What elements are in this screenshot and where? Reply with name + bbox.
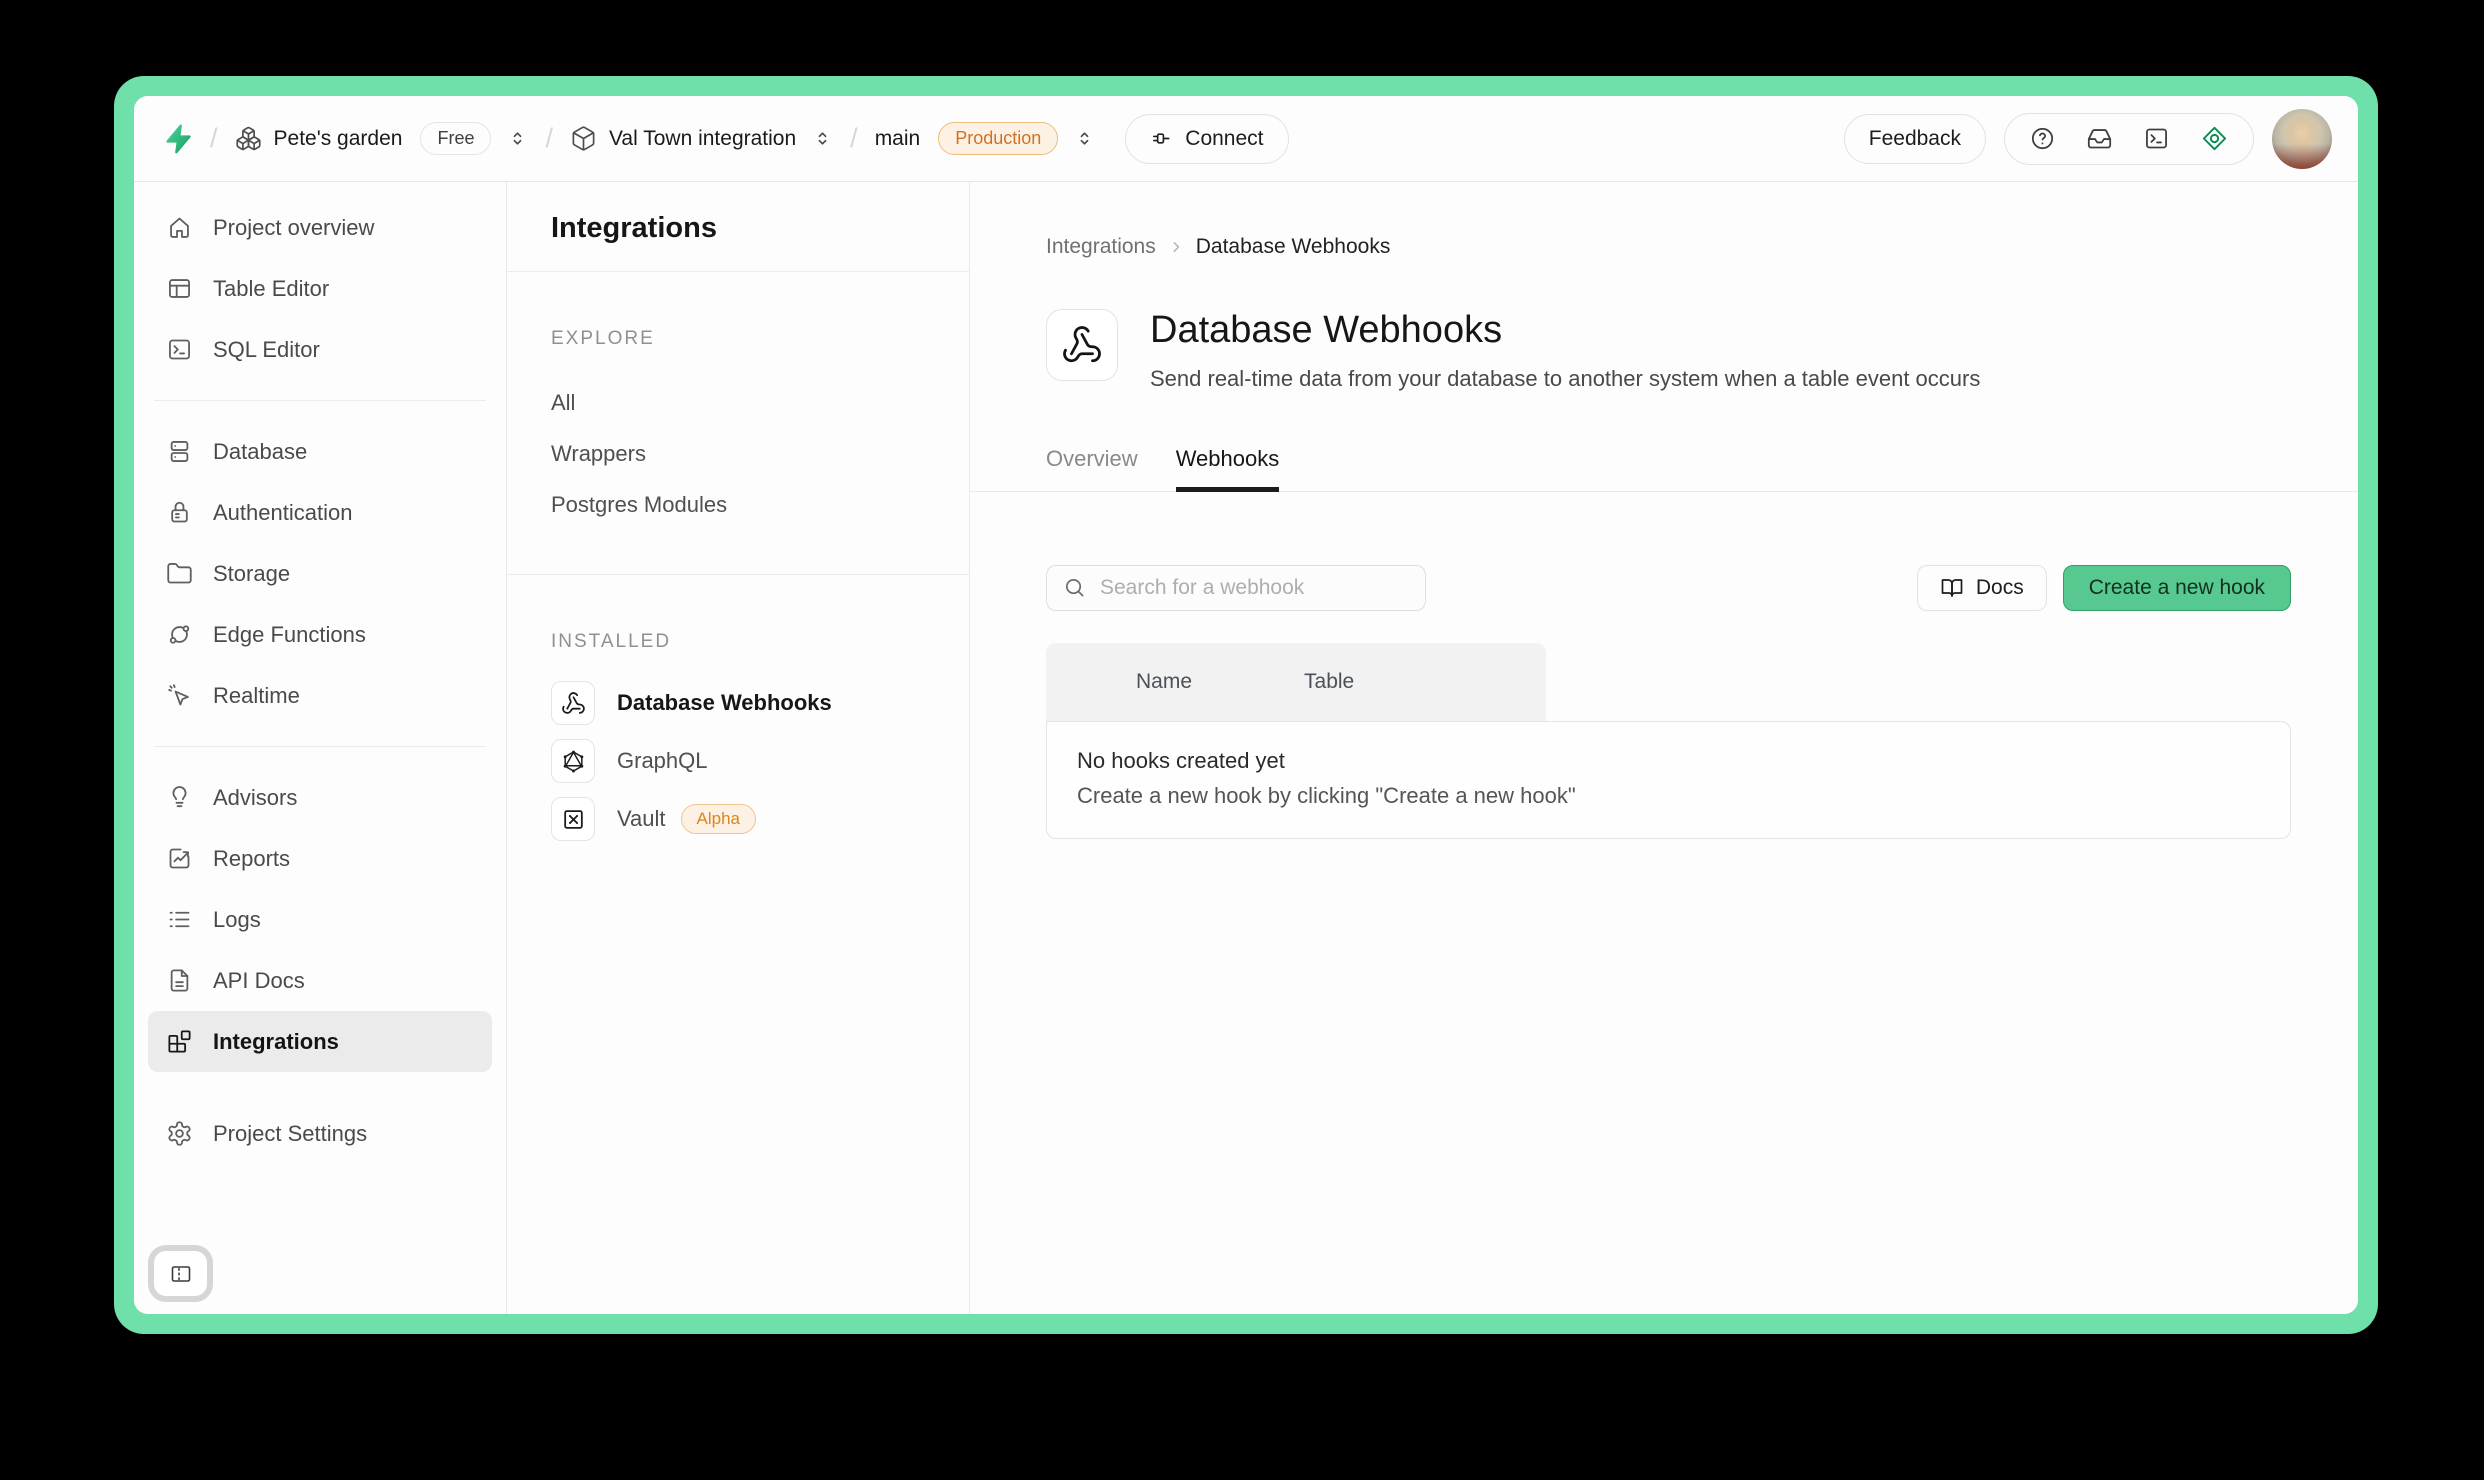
project-breadcrumb[interactable]: Val Town integration bbox=[609, 127, 796, 151]
help-icon[interactable] bbox=[2029, 125, 2056, 152]
column-header-table: Table bbox=[1304, 670, 1354, 694]
sidebar-divider bbox=[154, 400, 486, 401]
pointer-spark-icon bbox=[166, 682, 193, 709]
webhook-icon bbox=[551, 681, 595, 725]
chevron-right-icon bbox=[1166, 237, 1186, 257]
app-header: / Pete's garden Free / Val Town integrat… bbox=[134, 96, 2358, 182]
tab-webhooks[interactable]: Webhooks bbox=[1176, 446, 1280, 492]
user-avatar[interactable] bbox=[2272, 109, 2332, 169]
inbox-icon[interactable] bbox=[2086, 125, 2113, 152]
sidebar-item-edge-functions[interactable]: Edge Functions bbox=[148, 604, 492, 665]
breadcrumb-current: Database Webhooks bbox=[1196, 235, 1391, 259]
sidebar-item-sql-editor[interactable]: SQL Editor bbox=[148, 319, 492, 380]
branch-switcher-chevrons-icon[interactable] bbox=[1074, 128, 1095, 149]
sidebar-item-project-settings[interactable]: Project Settings bbox=[148, 1103, 492, 1164]
search-input[interactable] bbox=[1098, 575, 1409, 601]
column-header-name: Name bbox=[1136, 670, 1192, 694]
org-switcher-chevrons-icon[interactable] bbox=[507, 128, 528, 149]
sidebar-item-database[interactable]: Database bbox=[148, 421, 492, 482]
terminal-icon[interactable] bbox=[2143, 125, 2170, 152]
connect-button[interactable]: Connect bbox=[1125, 114, 1288, 164]
page-description: Send real-time data from your database t… bbox=[1150, 366, 1980, 392]
database-icon bbox=[166, 438, 193, 465]
webhooks-table: Name Table No hooks created yet Create a… bbox=[1046, 643, 2291, 839]
vault-icon bbox=[551, 797, 595, 841]
plug-icon bbox=[1150, 127, 1173, 150]
docs-button[interactable]: Docs bbox=[1917, 565, 2047, 611]
sidebar-item-project-overview[interactable]: Project overview bbox=[148, 197, 492, 258]
breadcrumb-separator: / bbox=[210, 123, 218, 154]
panel-divider bbox=[507, 574, 969, 575]
panel-left-icon bbox=[169, 1262, 193, 1286]
empty-state-subtitle: Create a new hook by clicking "Create a … bbox=[1077, 783, 2260, 809]
sidebar-item-storage[interactable]: Storage bbox=[148, 543, 492, 604]
alpha-badge: Alpha bbox=[681, 804, 756, 834]
blocks-icon bbox=[166, 1028, 193, 1055]
project-icon bbox=[570, 125, 597, 152]
page-title: Database Webhooks bbox=[1150, 309, 1980, 353]
environment-badge: Production bbox=[938, 122, 1058, 155]
panel-divider bbox=[507, 271, 969, 272]
plan-badge: Free bbox=[420, 122, 491, 155]
explore-section-label: EXPLORE bbox=[507, 328, 969, 350]
installed-item-vault[interactable]: Vault Alpha bbox=[551, 790, 925, 848]
installed-item-database-webhooks[interactable]: Database Webhooks bbox=[551, 674, 925, 732]
chart-icon bbox=[166, 845, 193, 872]
supabase-logo-icon[interactable] bbox=[162, 123, 193, 154]
home-icon bbox=[166, 214, 193, 241]
breadcrumb-separator: / bbox=[545, 123, 553, 154]
sidebar-item-realtime[interactable]: Realtime bbox=[148, 665, 492, 726]
sidebar-item-authentication[interactable]: Authentication bbox=[148, 482, 492, 543]
file-text-icon bbox=[166, 967, 193, 994]
explore-item-all[interactable]: All bbox=[551, 377, 925, 428]
lock-icon bbox=[166, 499, 193, 526]
sidebar-item-table-editor[interactable]: Table Editor bbox=[148, 258, 492, 319]
graphql-icon bbox=[551, 739, 595, 783]
installed-item-graphql[interactable]: GraphQL bbox=[551, 732, 925, 790]
installed-section-label: INSTALLED bbox=[507, 631, 969, 653]
edge-functions-icon bbox=[166, 621, 193, 648]
terminal-square-icon bbox=[166, 336, 193, 363]
explore-item-postgres-modules[interactable]: Postgres Modules bbox=[551, 479, 925, 530]
branch-breadcrumb[interactable]: main bbox=[875, 127, 921, 151]
sidebar-item-advisors[interactable]: Advisors bbox=[148, 767, 492, 828]
explore-item-wrappers[interactable]: Wrappers bbox=[551, 428, 925, 479]
breadcrumb-integrations-link[interactable]: Integrations bbox=[1046, 235, 1156, 259]
feedback-button[interactable]: Feedback bbox=[1844, 114, 1986, 164]
panel-title: Integrations bbox=[507, 182, 969, 271]
tab-bar: Overview Webhooks bbox=[970, 446, 2358, 492]
webhook-hero-icon bbox=[1046, 309, 1118, 381]
gear-icon bbox=[166, 1120, 193, 1147]
main-content: Integrations Database Webhooks Database … bbox=[970, 182, 2358, 1314]
empty-state-title: No hooks created yet bbox=[1077, 748, 2260, 774]
primary-sidebar: Project overview Table Editor SQL Editor… bbox=[134, 182, 507, 1314]
sidebar-collapse-button[interactable] bbox=[148, 1245, 213, 1302]
table-icon bbox=[166, 275, 193, 302]
assistant-icon[interactable] bbox=[2200, 124, 2229, 153]
search-icon bbox=[1063, 576, 1086, 599]
list-icon bbox=[166, 906, 193, 933]
breadcrumb-separator: / bbox=[850, 123, 858, 154]
create-hook-button[interactable]: Create a new hook bbox=[2063, 565, 2291, 611]
breadcrumb: Integrations Database Webhooks bbox=[1046, 235, 2291, 259]
org-breadcrumb[interactable]: Pete's garden bbox=[274, 127, 403, 151]
project-switcher-chevrons-icon[interactable] bbox=[812, 128, 833, 149]
book-open-icon bbox=[1940, 576, 1964, 600]
folder-icon bbox=[166, 560, 193, 587]
sidebar-divider bbox=[154, 746, 486, 747]
table-empty-state: No hooks created yet Create a new hook b… bbox=[1046, 721, 2291, 839]
tab-overview[interactable]: Overview bbox=[1046, 446, 1138, 492]
integrations-panel: Integrations EXPLORE All Wrappers Postgr… bbox=[507, 182, 970, 1314]
lightbulb-icon bbox=[166, 784, 193, 811]
table-header: Name Table bbox=[1046, 643, 1546, 721]
app-window: / Pete's garden Free / Val Town integrat… bbox=[114, 76, 2378, 1334]
sidebar-item-api-docs[interactable]: API Docs bbox=[148, 950, 492, 1011]
sidebar-item-reports[interactable]: Reports bbox=[148, 828, 492, 889]
sidebar-item-integrations[interactable]: Integrations bbox=[148, 1011, 492, 1072]
sidebar-item-logs[interactable]: Logs bbox=[148, 889, 492, 950]
organization-icon bbox=[235, 125, 262, 152]
header-utility-group bbox=[2004, 113, 2254, 165]
webhook-search[interactable] bbox=[1046, 565, 1426, 611]
